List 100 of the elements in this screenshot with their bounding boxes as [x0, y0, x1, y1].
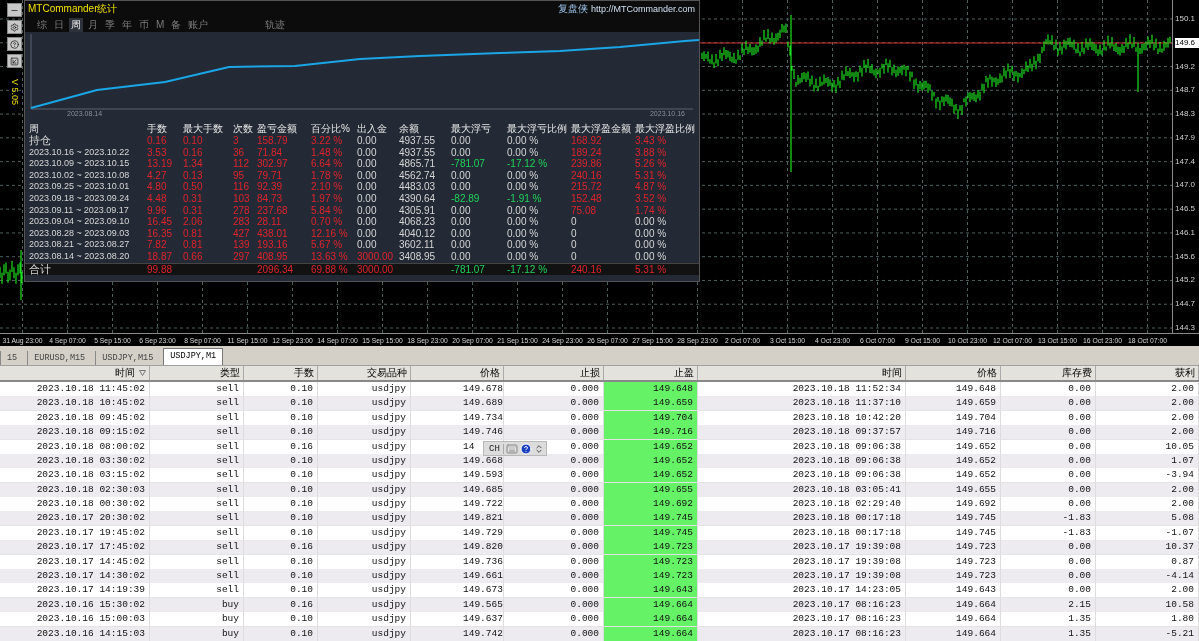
stat-value: 4483.03 [399, 181, 437, 193]
stat-value: 5.31 % [635, 263, 668, 276]
period-tab[interactable]: 轨迹 [263, 17, 288, 32]
stat-value: 0.50 [183, 181, 204, 193]
period-tab[interactable]: 月 [86, 17, 100, 32]
stat-value: 5.84 % [311, 204, 344, 217]
stat-value: 5.67 % [311, 239, 344, 251]
stat-value: 4390.64 [399, 192, 437, 205]
column-header[interactable]: 库存费 [1001, 365, 1096, 380]
stat-value: 0.81 [183, 227, 204, 240]
stat-value: 2.10 % [311, 181, 344, 193]
column-header[interactable]: 价格 [906, 365, 1001, 380]
period-tab[interactable]: 日 [52, 17, 66, 32]
stat-value: 7.82 [147, 239, 168, 251]
column-header[interactable]: 止损 [504, 365, 604, 380]
stat-value: 4068.23 [399, 216, 437, 228]
stat-value: 28.11 [257, 216, 283, 228]
settings-button[interactable] [7, 20, 22, 34]
chart-tab[interactable]: USDJPY,M15 [95, 350, 160, 365]
stat-value: 0.00 [451, 169, 472, 182]
stat-value: 0.66 [183, 250, 204, 263]
period-label: 2023.09.18 ~ 2023.09.24 [29, 192, 131, 205]
table-cell: 149.664 [906, 626, 1001, 641]
column-header[interactable]: 止盈 [604, 365, 698, 380]
arrow-icon [10, 56, 19, 66]
stat-value: 4937.55 [399, 135, 437, 147]
website-link[interactable]: http://MTCommander.com [590, 4, 695, 14]
stat-value: 84.73 [257, 192, 284, 205]
table-cell: 149.745 [604, 511, 698, 527]
column-header[interactable]: 交易品种 [318, 365, 411, 380]
stat-value: 16.35 [147, 227, 174, 240]
stat-value: 193.16 [257, 239, 289, 251]
price-label: 147.0 [1175, 180, 1197, 191]
stat-value: 0.00 % [635, 250, 668, 263]
column-header: 盈亏金额 [257, 123, 298, 135]
help-button[interactable] [7, 37, 22, 51]
period-tab[interactable]: 备 [169, 17, 184, 32]
price-label: 146.1 [1175, 227, 1197, 238]
column-header[interactable]: 类型 [150, 365, 244, 380]
period-tab[interactable]: 综 [35, 17, 49, 32]
stat-value: 13.19 [147, 158, 174, 170]
stat-value: 0.00 [357, 146, 378, 159]
stat-value: 0.00 [451, 239, 472, 251]
stat-value: 0.00 % [507, 146, 540, 159]
stat-value: 5.31 % [635, 169, 668, 182]
stat-value: 427 [233, 227, 251, 240]
stat-value: 99.88 [147, 263, 174, 276]
column-header: 次数 [233, 123, 254, 135]
column-header[interactable]: 手数 [244, 365, 318, 380]
chart-tab[interactable]: 15 [0, 350, 24, 365]
column-header[interactable]: 获利 [1096, 365, 1199, 380]
arrows-icon[interactable] [533, 443, 544, 454]
table-cell: 149.716 [604, 425, 698, 441]
stat-value: 2.06 [183, 216, 204, 228]
chart-tab[interactable]: EURUSD,M15 [27, 350, 92, 365]
stat-value: 0 [571, 250, 578, 263]
stat-value: 0.16 [147, 135, 168, 147]
table-cell: buy [150, 626, 244, 641]
stat-value: 3602.11 [399, 239, 436, 251]
stat-value: 1.48 % [311, 146, 344, 159]
minimize-button[interactable] [7, 3, 22, 17]
stat-value: 6.64 % [311, 158, 344, 170]
column-header: 周 [29, 123, 40, 135]
table-cell: 149.742 [411, 626, 504, 641]
period-tab[interactable]: 账户 [186, 17, 211, 32]
period-tab[interactable]: M [154, 19, 167, 30]
stat-value: 4865.71 [399, 158, 437, 170]
stat-value: 36 [233, 146, 246, 159]
input-mode-button[interactable]: CH [486, 443, 504, 454]
help-icon[interactable] [519, 442, 532, 455]
period-tab[interactable]: 季 [103, 17, 117, 32]
stat-value: 168.92 [571, 135, 603, 147]
stat-value: 237.68 [257, 204, 289, 217]
export-button[interactable] [7, 54, 22, 68]
brand-name: 复盘侠 [557, 2, 588, 16]
window-title: MTCommander统计 [28, 2, 118, 16]
stat-value: -17.12 % [507, 158, 549, 170]
column-header[interactable]: 时间 [0, 365, 150, 380]
column-header[interactable]: 价格 [411, 365, 504, 380]
stat-value: 0.00 [357, 204, 378, 217]
stat-value: 16.45 [147, 216, 174, 228]
period-tab[interactable]: 年 [120, 17, 134, 32]
table-cell: 2023.10.16 14:15:03 [0, 626, 150, 641]
settings-icon [10, 22, 19, 32]
stat-value: 0.10 [183, 135, 204, 147]
stat-value: 0.00 [451, 227, 472, 240]
chart-tab[interactable]: USDJPY,M1 [163, 347, 224, 365]
stat-value: 0.13 [183, 169, 204, 182]
period-tab[interactable]: 币 [137, 17, 151, 32]
stat-value: 79.71 [257, 169, 284, 182]
table-cell: 2023.10.17 08:16:23 [698, 626, 906, 641]
stat-value: -781.07 [451, 158, 486, 170]
column-header: 最大手数 [183, 123, 224, 135]
column-header[interactable]: 时间 [698, 365, 906, 380]
table-cell: 149.652 [604, 468, 698, 484]
column-header: 余额 [399, 123, 420, 135]
period-tab[interactable]: 周 [69, 17, 83, 32]
stat-value: 3.88 % [635, 146, 668, 159]
stat-value: -17.12 % [507, 263, 549, 276]
table-cell: 0.10 [244, 626, 318, 641]
